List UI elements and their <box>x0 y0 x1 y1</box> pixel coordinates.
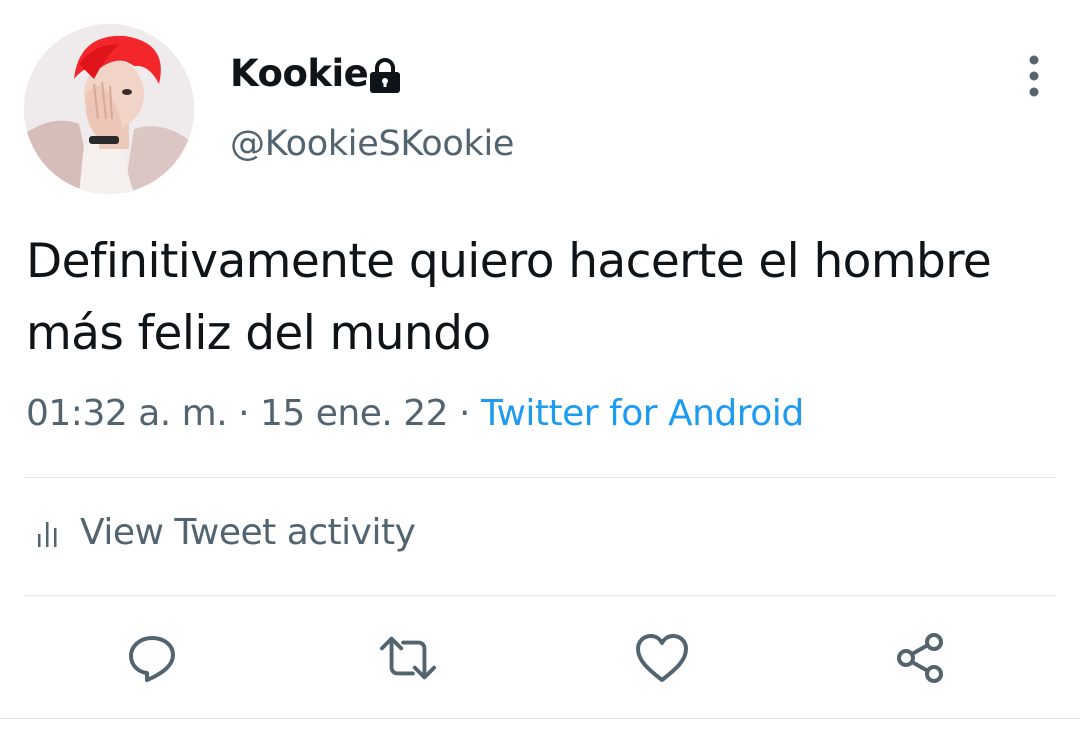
tweet-meta: 01:32 a. m. · 15 ene. 22 · Twitter for A… <box>26 393 804 434</box>
lock-icon <box>370 58 400 93</box>
retweet-button[interactable] <box>378 628 438 688</box>
tweet-time[interactable]: 01:32 a. m. <box>26 393 228 434</box>
heart-icon <box>636 634 688 682</box>
divider <box>0 718 1080 719</box>
user-handle[interactable]: @KookieSKookie <box>230 124 514 164</box>
share-icon <box>897 633 943 683</box>
view-tweet-activity-button[interactable]: View Tweet activity <box>36 512 416 553</box>
meta-separator: · <box>459 393 470 434</box>
bar-chart-icon <box>38 521 57 547</box>
share-button[interactable] <box>890 628 950 688</box>
avatar[interactable] <box>24 24 194 194</box>
reply-icon <box>129 636 175 682</box>
avatar-image <box>24 24 194 194</box>
reply-button[interactable] <box>122 628 182 688</box>
meta-separator: · <box>238 393 250 434</box>
tweet-text: Definitivamente quiero hacerte el hombre… <box>26 234 992 361</box>
retweet-icon <box>379 636 437 680</box>
view-tweet-activity-label: View Tweet activity <box>80 512 416 553</box>
like-button[interactable] <box>632 628 692 688</box>
tweet-source-link[interactable]: Twitter for Android <box>481 393 804 434</box>
more-vertical-icon[interactable] <box>1014 52 1054 100</box>
tweet-detail: Kookie @KookieSKookie Definitivamente qu… <box>0 0 1080 734</box>
divider <box>24 477 1056 478</box>
display-name[interactable]: Kookie <box>230 52 369 95</box>
divider <box>24 595 1056 596</box>
tweet-date[interactable]: 15 ene. 22 <box>260 393 449 434</box>
